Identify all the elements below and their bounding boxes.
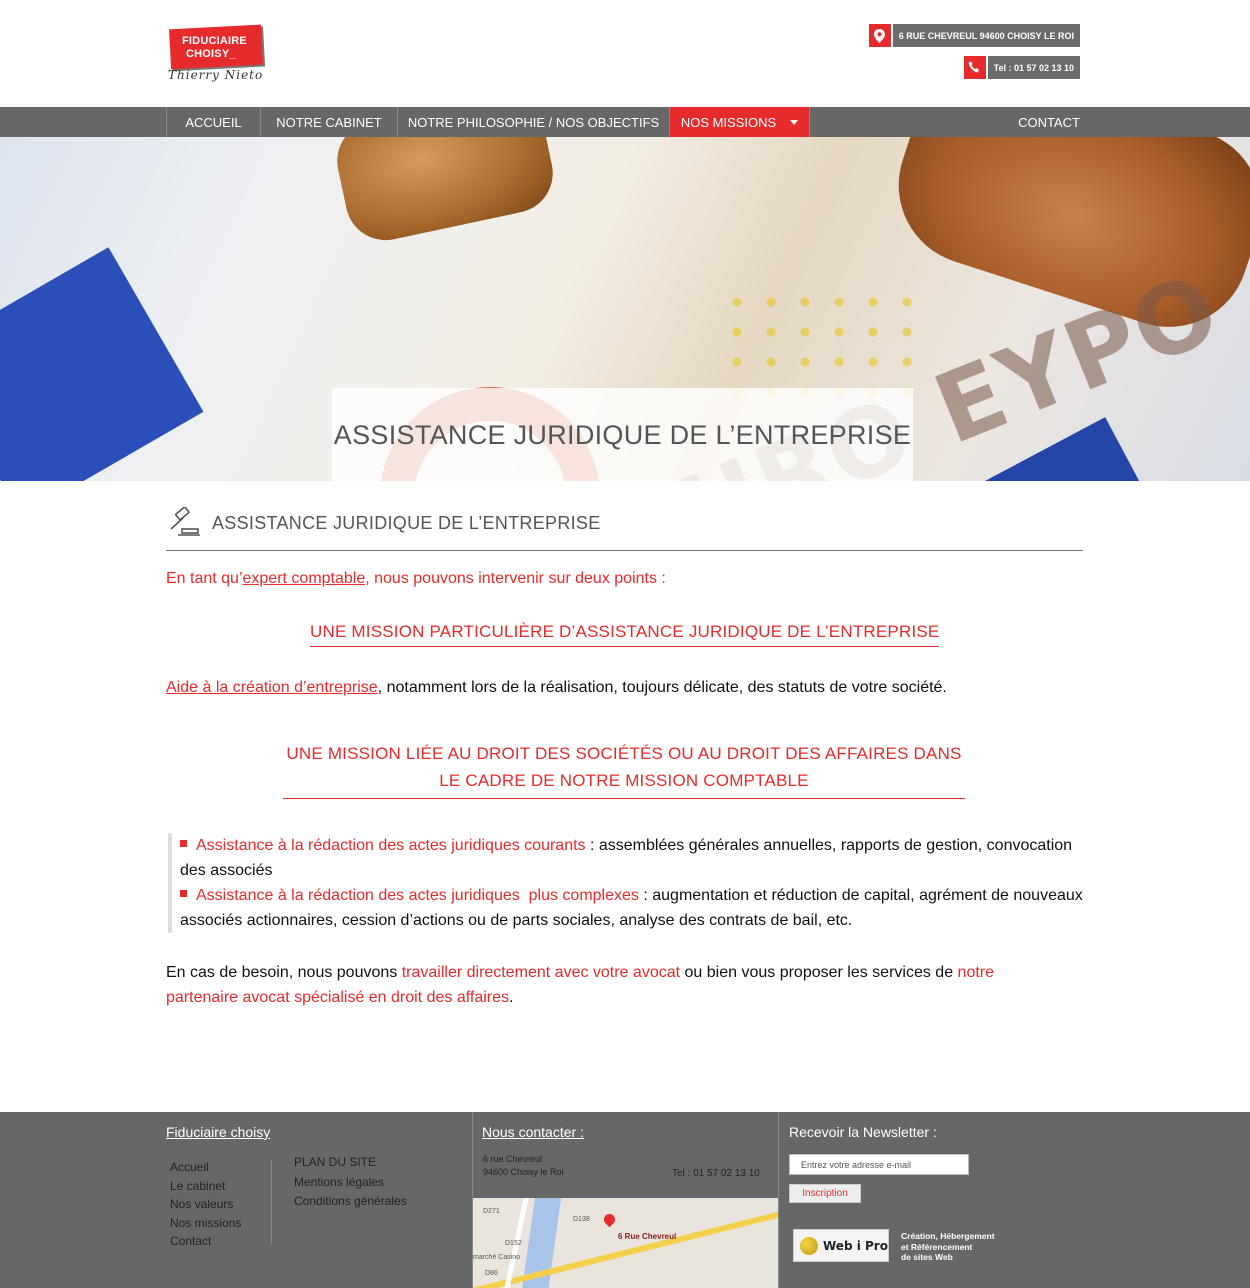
footer-address-line: 6 rue Chevreul: [483, 1154, 543, 1164]
footer-newsletter-title: Recevoir la Newsletter :: [789, 1124, 937, 1140]
chevron-down-icon: [790, 119, 799, 125]
nav-item-contact[interactable]: CONTACT: [1010, 107, 1088, 137]
partner-description-line: de sites Web: [901, 1252, 953, 1262]
header-phone-text: Tel : 01 57 02 13 10: [987, 56, 1080, 79]
aide-paragraph: Aide à la création d’entreprise, notamme…: [166, 679, 947, 697]
header-address: 6 RUE CHEVREUL 94600 CHOISY LE ROI: [868, 24, 1080, 47]
list-item: Assistance à la rédaction des actes juri…: [180, 833, 1083, 883]
intro-paragraph: En tant qu’expert comptable, nous pouvon…: [166, 570, 666, 588]
mission-heading-2-line1: UNE MISSION LIÉE AU DROIT DES SOCIÉTÉS O…: [286, 744, 962, 763]
footer-link-conditions[interactable]: Conditions générales: [294, 1192, 407, 1212]
footer-phone[interactable]: Tel : 01 57 02 13 10: [672, 1168, 760, 1179]
hero-title: ASSISTANCE JURIDIQUE DE L’ENTREPRISE: [333, 420, 912, 450]
gavel-image: [329, 137, 561, 248]
logo-line-2: CHOISY_: [186, 48, 236, 60]
section-header: ASSISTANCE JURIDIQUE DE L’ENTREPRISE: [166, 505, 1083, 551]
map-road-label: D86: [485, 1270, 498, 1277]
footer-address-line: 94600 Choisy le Roi: [483, 1167, 564, 1177]
mission-list: Assistance à la rédaction des actes juri…: [168, 833, 1083, 933]
mission-heading-2-line2: LE CADRE DE NOTRE MISSION COMPTABLE: [439, 771, 809, 790]
hero-title-box: ASSISTANCE JURIDIQUE DE L’ENTREPRISE: [332, 388, 913, 481]
site-logo[interactable]: FIDUCIAIRE CHOISY_ Thierry Nieto: [166, 22, 270, 88]
partner-description: Création, Hébergement et Référencement d…: [901, 1231, 995, 1263]
hero-banner: EURO EYPO ★ ★ ★ ★ ★ ★ ★ ASSISTANCE JURID…: [0, 137, 1250, 481]
mission-heading-2: UNE MISSION LIÉE AU DROIT DES SOCIÉTÉS O…: [283, 740, 965, 799]
header-phone[interactable]: Tel : 01 57 02 13 10: [963, 56, 1080, 79]
nav-item-philosophie[interactable]: NOTRE PHILOSOPHIE / NOS OBJECTIFS: [397, 107, 669, 137]
intro-text: En tant qu’: [166, 570, 243, 587]
logo-line-1: FIDUCIAIRE: [182, 35, 247, 47]
footer-column-divider: [778, 1112, 779, 1288]
footer-address: 6 rue Chevreul 94600 Choisy le Roi: [483, 1153, 564, 1179]
intro-text: , nous pouvons intervenir sur deux point…: [365, 570, 666, 587]
section-title: ASSISTANCE JURIDIQUE DE L’ENTREPRISE: [212, 513, 601, 533]
map-pin-icon: [868, 24, 891, 47]
bullet-square-icon: [180, 840, 187, 847]
map-road-label: D152: [505, 1240, 522, 1247]
list-item: Assistance à la rédaction des actes juri…: [180, 883, 1083, 933]
footer-secondary-links: PLAN DU SITE Mentions légales Conditions…: [294, 1153, 407, 1212]
footer-contact-title: Nous contacter :: [482, 1124, 584, 1140]
list-item-highlight: Assistance à la rédaction des actes juri…: [196, 837, 586, 854]
nav-item-label: CONTACT: [1018, 114, 1080, 130]
footer-divider: [271, 1160, 272, 1244]
outro-text: ou bien vous proposer les services de: [680, 964, 958, 981]
logo-signature: Thierry Nieto: [168, 68, 264, 82]
aide-text: , notamment lors de la réalisation, touj…: [377, 679, 947, 696]
map-road-label: D271: [483, 1208, 500, 1215]
outro-text: En cas de besoin, nous pouvons: [166, 964, 402, 981]
list-item-highlight: Assistance à la rédaction des actes juri…: [196, 887, 639, 904]
main-navigation: ACCUEIL NOTRE CABINET NOTRE PHILOSOPHIE …: [0, 107, 1250, 137]
eu-flag-image: [0, 247, 204, 481]
footer-links: Accueil Le cabinet Nos valeurs Nos missi…: [170, 1158, 241, 1251]
outro-text: .: [509, 989, 514, 1006]
partner-logo[interactable]: Web i Pro: [793, 1229, 889, 1262]
bullet-square-icon: [180, 890, 187, 897]
map-road-label: D138: [573, 1216, 590, 1223]
nav-item-accueil[interactable]: ACCUEIL: [166, 107, 260, 137]
footer-link-valeurs[interactable]: Nos valeurs: [170, 1195, 241, 1214]
footer-brand-title[interactable]: Fiduciaire choisy: [166, 1124, 270, 1140]
nav-item-label: NOS MISSIONS: [680, 114, 777, 130]
map-pin-icon: [601, 1211, 618, 1228]
outro-highlight: travailler directement avec votre avocat: [401, 964, 681, 981]
mission-heading-1: UNE MISSION PARTICULIÈRE D’ASSISTANCE JU…: [310, 622, 940, 647]
footer-link-accueil[interactable]: Accueil: [170, 1158, 241, 1177]
site-header: FIDUCIAIRE CHOISY_ Thierry Nieto 6 RUE C…: [0, 0, 1250, 107]
newsletter-email-input[interactable]: Entrez votre adresse e-mail: [789, 1154, 969, 1175]
footer-link-plan-du-site[interactable]: PLAN DU SITE: [294, 1153, 407, 1173]
outro-paragraph: En cas de besoin, nous pouvons travaille…: [166, 960, 1066, 1010]
map-location-label: 6 Rue Chevreul: [618, 1232, 677, 1241]
header-address-text: 6 RUE CHEVREUL 94600 CHOISY LE ROI: [892, 24, 1080, 47]
expert-comptable-link[interactable]: expert comptable: [243, 570, 366, 587]
nav-item-nos-missions[interactable]: NOS MISSIONS: [669, 107, 809, 137]
footer-link-cabinet[interactable]: Le cabinet: [170, 1177, 241, 1196]
footer-link-missions[interactable]: Nos missions: [170, 1214, 241, 1233]
footer-link-contact[interactable]: Contact: [170, 1232, 241, 1251]
newsletter-subscribe-button[interactable]: Inscription: [789, 1184, 861, 1203]
nav-divider: [809, 107, 810, 137]
logo-badge: [169, 24, 263, 70]
phone-icon: [963, 56, 986, 79]
gavel-icon: [166, 506, 202, 539]
creation-entreprise-link[interactable]: Aide à la création d’entreprise: [166, 679, 378, 696]
partner-logo-text: Web i Pro: [823, 1238, 888, 1253]
footer-link-mentions[interactable]: Mentions légales: [294, 1173, 407, 1193]
nav-item-label: ACCUEIL: [185, 114, 242, 130]
partner-description-line: et Référencement: [901, 1241, 973, 1252]
map-place-label: marché Casino: [473, 1254, 521, 1261]
partner-description-line: Création, Hébergement: [901, 1231, 995, 1241]
nav-item-label: NOTRE CABINET: [276, 114, 382, 130]
nav-item-notre-cabinet[interactable]: NOTRE CABINET: [260, 107, 397, 137]
location-map[interactable]: D271 D138 D152 D86 marché Casino 6 Rue C…: [473, 1198, 778, 1288]
webipro-icon: [800, 1236, 818, 1255]
nav-item-label: NOTRE PHILOSOPHIE / NOS OBJECTIFS: [407, 114, 660, 130]
